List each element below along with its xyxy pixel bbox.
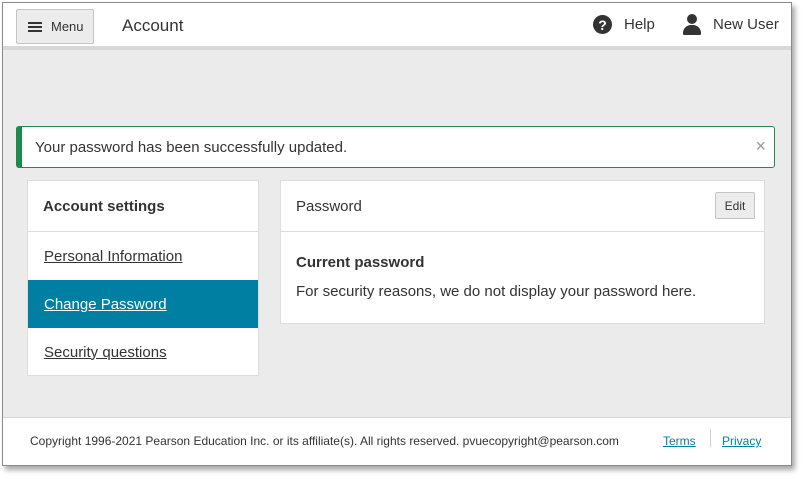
help-label: Help bbox=[624, 16, 655, 33]
sidebar-item-label: Change Password bbox=[44, 295, 167, 313]
user-icon bbox=[683, 14, 701, 35]
panel-body: Current password For security reasons, w… bbox=[281, 232, 764, 300]
edit-button[interactable]: Edit bbox=[715, 192, 755, 219]
alert-message: Your password has been successfully upda… bbox=[35, 138, 348, 156]
app-window: Menu Account ? Help New User Your passwo… bbox=[2, 2, 792, 466]
panel-header: Password Edit bbox=[281, 181, 764, 232]
sidebar-heading: Account settings bbox=[28, 181, 258, 232]
close-icon[interactable]: × bbox=[755, 137, 766, 155]
sidebar-item-personal-information[interactable]: Personal Information bbox=[28, 232, 258, 280]
hamburger-icon bbox=[28, 21, 42, 33]
panel-title: Password bbox=[296, 197, 362, 215]
sidebar-item-label: Security questions bbox=[44, 343, 167, 361]
page-footer: Copyright 1996-2021 Pearson Education In… bbox=[3, 417, 791, 465]
footer-divider bbox=[710, 429, 711, 447]
terms-link[interactable]: Terms bbox=[663, 434, 696, 448]
copyright-text: Copyright 1996-2021 Pearson Education In… bbox=[30, 434, 619, 448]
user-name: New User bbox=[713, 16, 779, 33]
sidebar-item-change-password[interactable]: Change Password bbox=[28, 280, 258, 328]
sidebar-item-security-questions[interactable]: Security questions bbox=[28, 328, 258, 376]
account-settings-nav: Account settings Personal Information Ch… bbox=[27, 180, 259, 376]
privacy-link[interactable]: Privacy bbox=[722, 434, 761, 448]
menu-label: Menu bbox=[51, 19, 84, 34]
success-alert: Your password has been successfully upda… bbox=[16, 126, 775, 168]
user-menu[interactable]: New User bbox=[683, 14, 779, 35]
help-link[interactable]: ? Help bbox=[593, 15, 655, 34]
password-panel: Password Edit Current password For secur… bbox=[280, 180, 765, 324]
sidebar-item-label: Personal Information bbox=[44, 247, 183, 265]
password-notice: For security reasons, we do not display … bbox=[296, 283, 697, 300]
top-header: Menu Account ? Help New User bbox=[3, 3, 791, 50]
question-circle-icon: ? bbox=[593, 15, 612, 34]
menu-button[interactable]: Menu bbox=[16, 9, 94, 44]
page-title: Account bbox=[122, 16, 184, 35]
current-password-heading: Current password bbox=[296, 254, 425, 271]
